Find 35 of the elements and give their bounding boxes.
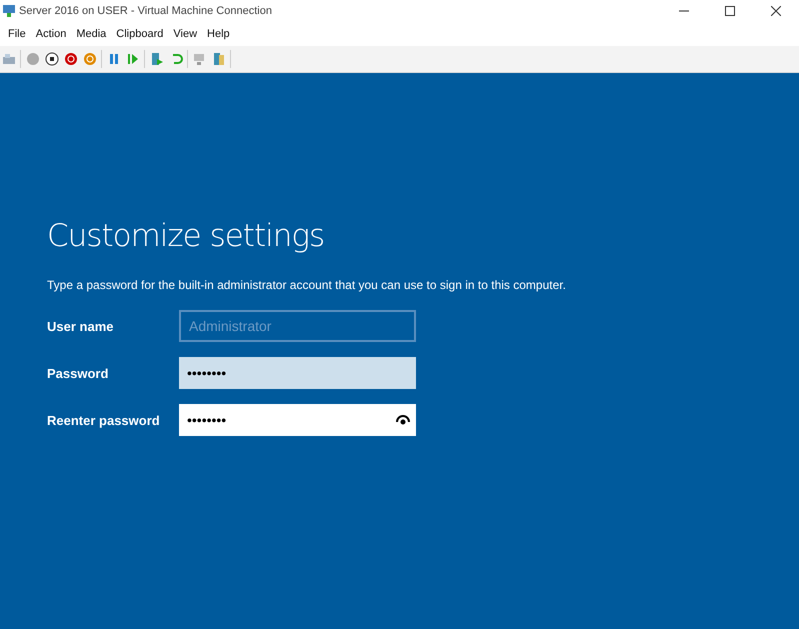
monitor-icon — [2, 4, 16, 18]
menu-item[interactable]: Clipboard — [111, 28, 168, 40]
maximize-icon — [725, 6, 735, 16]
keyboard-button[interactable] — [1, 51, 16, 67]
computer-icon — [192, 52, 206, 66]
menu-item[interactable]: Action — [30, 28, 72, 40]
shutdown-button[interactable] — [63, 51, 78, 67]
page-heading: Customize settings — [47, 218, 326, 254]
field-label: Password — [47, 366, 110, 380]
checkpoint-button[interactable] — [149, 51, 164, 67]
power-button[interactable] — [82, 51, 97, 67]
field-label: Reenter password — [47, 412, 161, 428]
power-icon — [26, 52, 40, 66]
keyboard-icon — [2, 52, 16, 66]
description-text: Type a password for the built-in administrator account that you can use to sign in to this computer. — [47, 278, 567, 292]
window-title: Server 2016 on USER - Virtual Machine Connection — [19, 5, 273, 17]
menu-item[interactable]: Media — [71, 28, 112, 40]
checkpoint-icon — [150, 52, 164, 66]
input-field[interactable]: •••••••• — [179, 404, 416, 436]
power-icon — [82, 52, 96, 66]
close-icon — [771, 6, 781, 16]
menu-item[interactable]: Help — [202, 28, 235, 40]
input-field[interactable]: •••••••• — [179, 357, 416, 389]
server-icon — [212, 52, 226, 66]
menu-item[interactable]: View — [168, 28, 202, 40]
stop-button[interactable] — [44, 51, 59, 67]
reveal-password-icon[interactable] — [396, 415, 410, 425]
computer-button[interactable] — [192, 51, 207, 67]
server-button[interactable] — [211, 51, 226, 67]
stop-icon — [44, 52, 58, 66]
menu-item[interactable]: File — [3, 28, 31, 40]
shutdown-icon — [64, 52, 78, 66]
field-label: User name — [47, 318, 114, 334]
resume-button[interactable] — [125, 51, 140, 67]
resume-icon — [126, 52, 140, 66]
